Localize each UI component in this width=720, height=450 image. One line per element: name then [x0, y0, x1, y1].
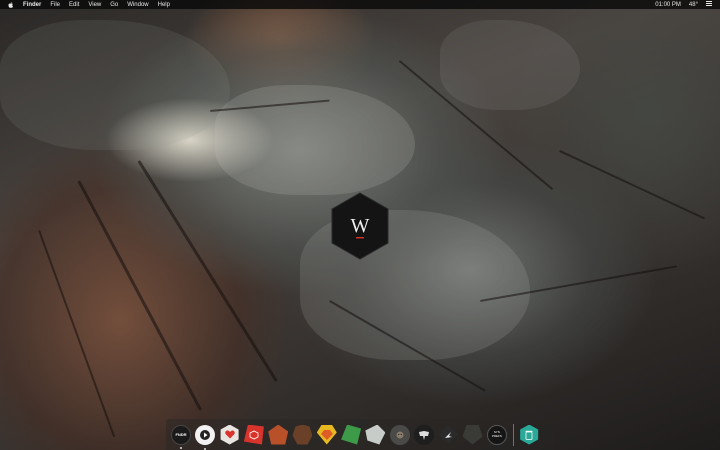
dock-item-elephant-app[interactable] [413, 424, 434, 445]
dock-item-heart-app[interactable] [220, 424, 239, 445]
cube-icon [249, 430, 259, 439]
eagle-icon [445, 431, 453, 438]
dock-item-bear-app[interactable] [292, 424, 313, 445]
dock-item-itunes[interactable] [195, 424, 216, 450]
heart-icon [224, 430, 235, 439]
menu-bar: Finder File Edit View Go Window Help 01:… [0, 0, 720, 9]
elephant-icon [418, 430, 429, 440]
dock-item-system-prefs-label: SYS PREFS [491, 430, 502, 438]
menu-extras: 01:00 PM 48° [647, 1, 712, 8]
apple-icon[interactable] [8, 1, 14, 8]
menu-view[interactable]: View [88, 2, 101, 8]
dock-item-bird-app[interactable] [365, 424, 386, 445]
dock-item-lion-app[interactable] [268, 424, 289, 445]
menu-window[interactable]: Window [127, 2, 148, 8]
trash-icon [525, 430, 533, 440]
logo-letter: W [351, 215, 370, 237]
dock-item-fndr[interactable]: FNDR [171, 424, 191, 449]
desktop-logo: W [330, 192, 390, 260]
dock-item-fndr-label: FNDR [175, 432, 187, 437]
dock-item-system-prefs[interactable]: SYS PREFS [486, 424, 507, 445]
play-icon [200, 429, 211, 440]
dock-item-dark-animal-app[interactable] [462, 424, 483, 445]
menu-help[interactable]: Help [158, 2, 170, 8]
desktop[interactable]: Finder File Edit View Go Window Help 01:… [0, 0, 720, 450]
dock: FNDR SYS PREFS [166, 419, 554, 450]
running-indicator [229, 448, 231, 450]
menu-app-name[interactable]: Finder [23, 2, 41, 8]
dock-separator [513, 423, 515, 446]
menu-edit[interactable]: Edit [69, 2, 79, 8]
clock[interactable]: 01:00 PM [655, 2, 681, 8]
running-indicator [253, 448, 255, 450]
weather-temperature[interactable]: 48° [689, 2, 698, 8]
running-indicator [180, 446, 182, 449]
dock-item-red-cube-app[interactable] [243, 424, 264, 445]
monkey-icon [396, 431, 404, 438]
menu-file[interactable]: File [50, 2, 60, 8]
dock-item-monkey-app[interactable] [389, 424, 410, 445]
dock-item-trash[interactable] [520, 424, 539, 445]
dock-item-lizard-app[interactable] [341, 424, 362, 445]
running-indicator [204, 447, 207, 450]
menu-list-icon[interactable] [706, 1, 712, 8]
dock-item-eagle-app[interactable] [438, 424, 459, 445]
dock-item-sketch-app[interactable] [316, 424, 337, 445]
diamond-icon [320, 429, 333, 440]
menu-go[interactable]: Go [110, 2, 118, 8]
